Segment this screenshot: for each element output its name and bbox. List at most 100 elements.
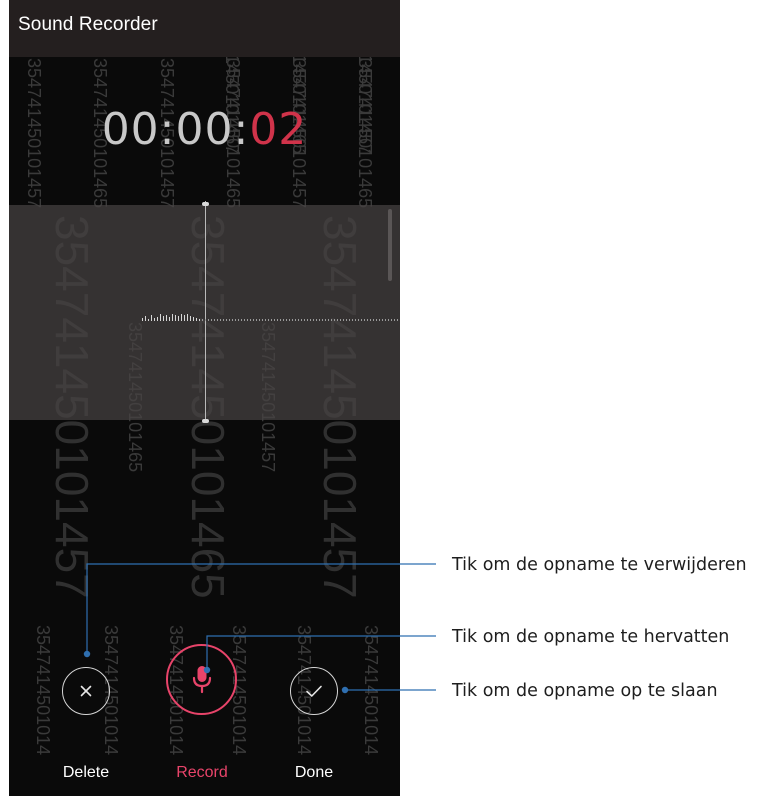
- waveform-tick: [175, 315, 176, 321]
- waveform-tick: [280, 319, 281, 321]
- waveform-tick: [208, 319, 209, 321]
- microphone-icon: [192, 665, 211, 693]
- done-label: Done: [294, 764, 334, 781]
- waveform-tick: [286, 319, 287, 321]
- waveform-tick: [388, 319, 389, 321]
- delete-label: Delete: [62, 764, 110, 781]
- delete-button[interactable]: [62, 667, 110, 715]
- waveform-tick: [265, 319, 266, 321]
- waveform-tick: [355, 319, 356, 321]
- waveform-tick: [169, 317, 170, 321]
- waveform-tick: [250, 319, 251, 321]
- waveform-tick: [145, 316, 146, 321]
- callout-delete: Tik om de opname te verwijderen: [452, 555, 747, 575]
- waveform-tick: [259, 319, 260, 321]
- playhead-bottom-marker: [202, 419, 209, 423]
- watermark-text: 3547414501014: [33, 625, 53, 756]
- waveform-tick: [397, 319, 398, 321]
- waveform-tick: [328, 319, 329, 321]
- waveform-tick: [217, 319, 218, 321]
- playhead-top-marker: [202, 202, 209, 206]
- waveform-tick: [337, 319, 338, 321]
- waveform-tick: [271, 319, 272, 321]
- waveform-tick: [253, 319, 254, 321]
- waveform-tick: [304, 319, 305, 321]
- waveform-tick: [307, 319, 308, 321]
- waveform-tick: [340, 319, 341, 321]
- record-button[interactable]: [166, 644, 237, 715]
- waveform-tick: [247, 319, 248, 321]
- recording-timer: 00:00:02: [9, 104, 400, 155]
- waveform-tick: [232, 319, 233, 321]
- waveform-tick: [334, 319, 335, 321]
- waveform-tick: [313, 319, 314, 321]
- waveform-tick: [226, 319, 227, 321]
- waveform-tick: [373, 319, 374, 321]
- waveform-tick: [205, 319, 206, 321]
- waveform-tick: [358, 319, 359, 321]
- waveform-tick: [370, 319, 371, 321]
- waveform-tick: [283, 319, 284, 321]
- waveform-tick: [361, 319, 362, 321]
- waveform-tick: [292, 319, 293, 321]
- waveform-tick: [220, 319, 221, 321]
- timer-seconds: 02: [249, 104, 308, 155]
- waveform-tick: [214, 319, 215, 321]
- callout-resume: Tik om de opname te hervatten: [452, 627, 730, 647]
- waveform-tick: [157, 317, 158, 321]
- done-button[interactable]: [290, 667, 338, 715]
- waveform-tick: [172, 314, 173, 321]
- waveform-tick: [319, 319, 320, 321]
- waveform-tick: [154, 318, 155, 321]
- waveform-tick: [223, 319, 224, 321]
- waveform-tick: [163, 316, 164, 321]
- waveform-tick: [274, 319, 275, 321]
- waveform-tick: [199, 319, 200, 321]
- waveform-tick: [277, 319, 278, 321]
- waveform-tick: [151, 315, 152, 321]
- waveform-tick: [196, 318, 197, 321]
- waveform-tick: [298, 319, 299, 321]
- waveform-tick: [352, 319, 353, 321]
- waveform-tick: [166, 315, 167, 321]
- waveform-tick: [289, 319, 290, 321]
- waveform-tick: [238, 319, 239, 321]
- watermark-text: 3547414501014: [361, 625, 381, 756]
- waveform-tick: [325, 319, 326, 321]
- waveform-tick: [262, 319, 263, 321]
- waveform-tick: [376, 319, 377, 321]
- callout-save: Tik om de opname op te slaan: [452, 681, 718, 701]
- waveform-tick: [349, 319, 350, 321]
- close-icon: [80, 685, 92, 697]
- waveform-tick: [142, 318, 143, 321]
- waveform-tick: [190, 316, 191, 321]
- app-title: Sound Recorder: [18, 14, 158, 35]
- waveform-tick: [367, 319, 368, 321]
- waveform-tick: [187, 314, 188, 321]
- waveform-tick: [256, 319, 257, 321]
- waveform-tick: [394, 319, 395, 321]
- waveform-tick: [184, 315, 185, 321]
- record-label: Record: [176, 764, 228, 781]
- waveform-tick: [148, 319, 149, 321]
- waveform-tick: [310, 319, 311, 321]
- waveform-tick: [364, 319, 365, 321]
- waveform-tick: [244, 319, 245, 321]
- waveform-tick: [211, 319, 212, 321]
- waveform-tick: [181, 314, 182, 321]
- waveform-tick: [268, 319, 269, 321]
- waveform-tick: [379, 319, 380, 321]
- app-title-bar: Sound Recorder: [9, 0, 400, 57]
- timer-elapsed: 00:00:: [101, 104, 250, 155]
- waveform-tick: [301, 319, 302, 321]
- waveform-tick: [178, 316, 179, 321]
- waveform-tick: [241, 319, 242, 321]
- waveform-panel: [9, 201, 400, 423]
- phone-screen: 354741450101457 354741450101465 35474145…: [9, 0, 400, 796]
- waveform-tick: [229, 319, 230, 321]
- waveform-tick: [193, 317, 194, 321]
- waveform-tick: [316, 319, 317, 321]
- waveform-tick: [343, 319, 344, 321]
- waveform-tick: [346, 319, 347, 321]
- scrollbar[interactable]: [388, 209, 392, 281]
